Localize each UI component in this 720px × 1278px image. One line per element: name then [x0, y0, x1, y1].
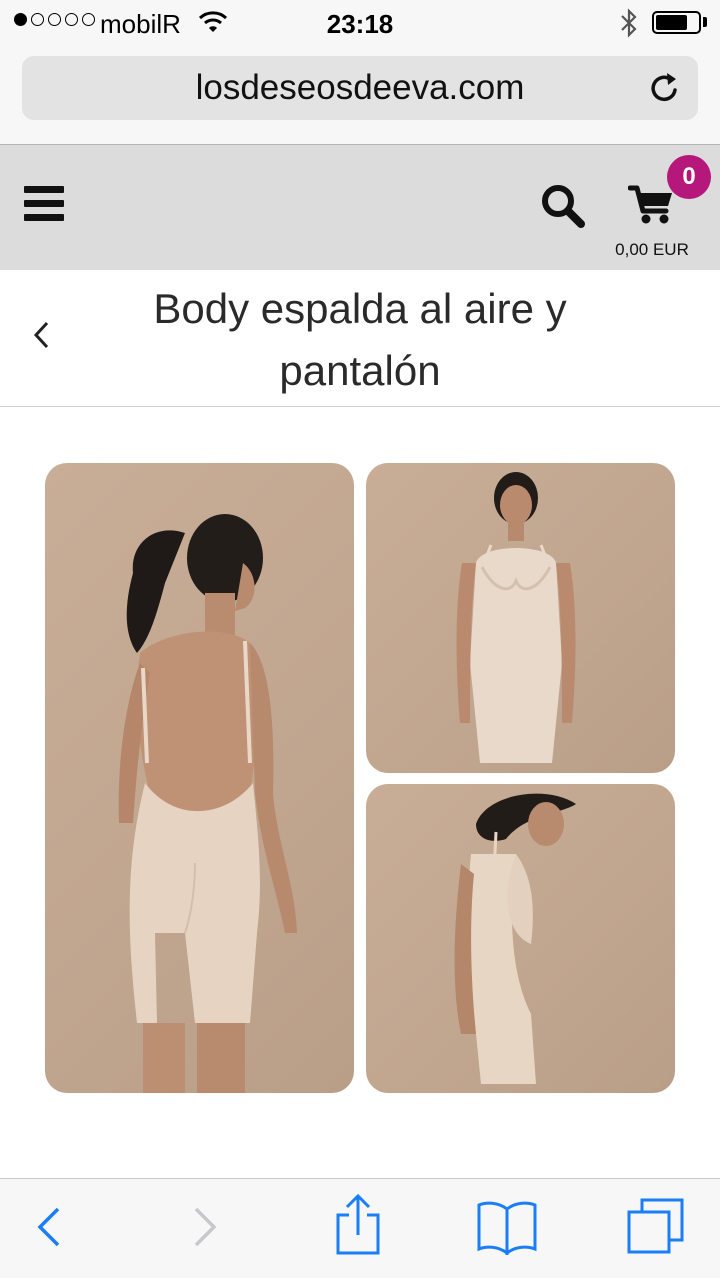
bluetooth-icon — [621, 8, 637, 38]
product-image-back-view[interactable] — [45, 463, 354, 1093]
battery-icon — [652, 11, 701, 34]
bookmarks-icon[interactable] — [476, 1199, 538, 1255]
share-icon[interactable] — [334, 1193, 382, 1257]
forward-icon[interactable] — [190, 1203, 220, 1251]
browser-address-area: losdeseosdeeva.com — [0, 46, 720, 145]
search-icon[interactable] — [540, 183, 586, 229]
battery-level — [656, 15, 687, 30]
chevron-left-icon[interactable] — [30, 318, 54, 352]
back-icon[interactable] — [34, 1203, 64, 1251]
product-title: Body espalda al aire y pantalón — [153, 285, 567, 394]
shopping-cart-icon[interactable] — [628, 183, 676, 225]
product-image-side-view[interactable] — [366, 784, 675, 1093]
product-image-front-view[interactable] — [366, 463, 675, 773]
reload-icon[interactable] — [648, 70, 682, 106]
status-bar: mobilR 23:18 — [0, 0, 720, 46]
address-bar[interactable]: losdeseosdeeva.com — [22, 56, 698, 120]
clock: 23:18 — [326, 9, 394, 39]
divider — [0, 406, 720, 407]
url-text[interactable]: losdeseosdeeva.com — [22, 68, 698, 108]
browser-toolbar — [0, 1178, 720, 1278]
hamburger-menu-icon[interactable] — [24, 186, 64, 222]
cart-count-badge[interactable]: 0 — [667, 155, 711, 199]
battery-tip — [703, 17, 707, 27]
tabs-icon[interactable] — [626, 1197, 686, 1255]
cart-total: 0,00 EUR — [615, 240, 689, 259]
